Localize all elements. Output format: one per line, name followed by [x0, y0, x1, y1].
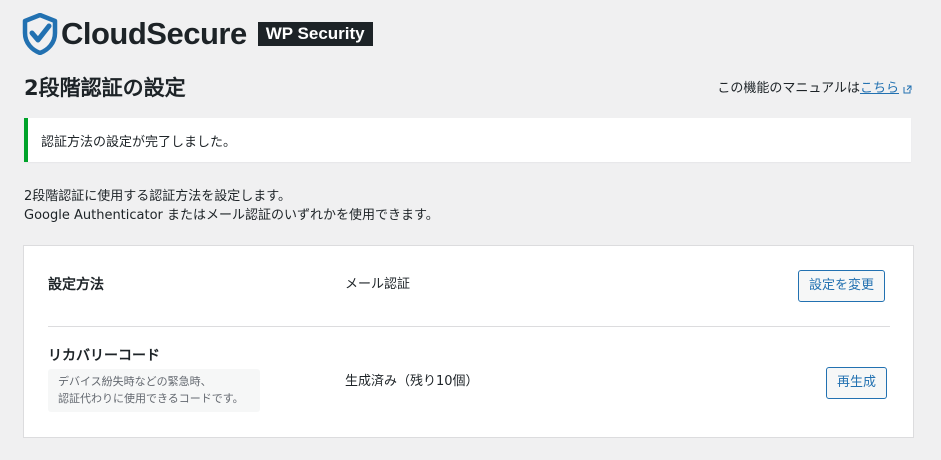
manual-reference: この機能のマニュアルは こちら	[717, 80, 912, 98]
description-line-1: 2段階認証に使用する認証方法を設定します。	[24, 189, 291, 204]
brand-name: CloudSecure	[61, 16, 247, 51]
shield-check-icon	[22, 13, 58, 55]
method-value: メール認証	[345, 277, 411, 292]
recovery-hint-line-1: デバイス紛失時などの緊急時、	[58, 375, 212, 388]
recovery-value: 生成済み（残り10個）	[345, 374, 479, 389]
success-notice: 認証方法の設定が完了しました。	[24, 118, 911, 162]
external-link-icon[interactable]	[903, 85, 912, 94]
recovery-label: リカバリーコード	[48, 348, 160, 364]
description-line-2: Google Authenticator またはメール認証のいずれかを使用できま…	[24, 208, 439, 223]
recovery-hint-line-2: 認証代わりに使用できるコードです。	[58, 392, 244, 405]
brand-header: CloudSecure WP Security	[22, 13, 373, 55]
recovery-hint: デバイス紛失時などの緊急時、 認証代わりに使用できるコードです。	[48, 369, 260, 412]
page-title: 2段階認証の設定	[24, 76, 186, 100]
manual-link[interactable]: こちら	[860, 80, 899, 98]
method-label: 設定方法	[48, 277, 104, 293]
manual-prefix: この機能のマニュアルは	[717, 81, 860, 96]
regenerate-button[interactable]: 再生成	[826, 367, 888, 399]
row-divider	[48, 326, 890, 327]
change-method-button[interactable]: 設定を変更	[798, 270, 886, 302]
notice-text: 認証方法の設定が完了しました。	[41, 134, 237, 150]
product-badge: WP Security	[257, 22, 373, 46]
description: 2段階認証に使用する認証方法を設定します。 Google Authenticat…	[24, 187, 439, 225]
settings-card: 設定方法 メール認証 設定を変更 リカバリーコード デバイス紛失時などの緊急時、…	[23, 245, 914, 438]
